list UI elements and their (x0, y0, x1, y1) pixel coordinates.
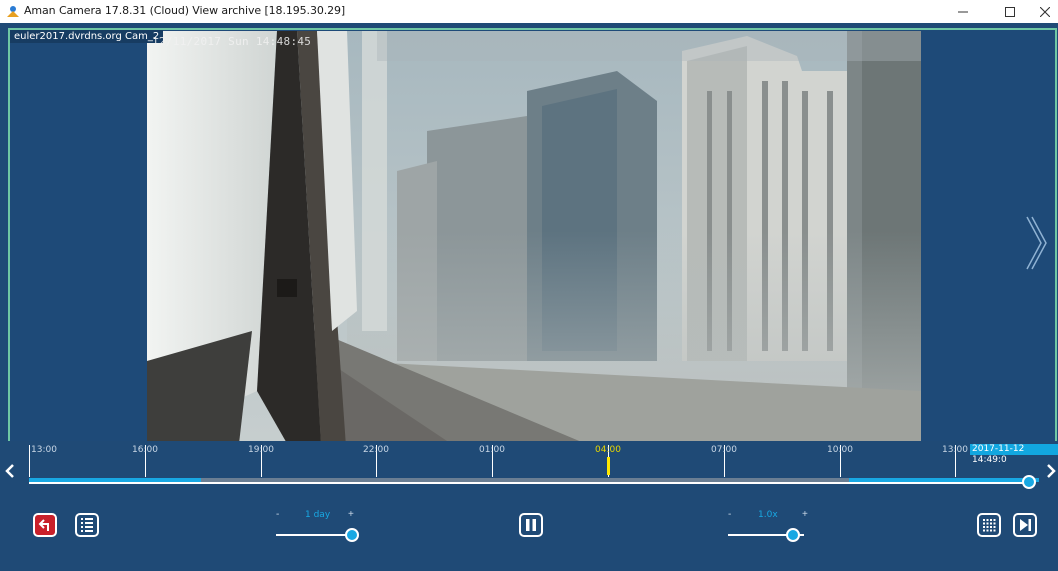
timeline-next-chevron-icon[interactable] (1044, 461, 1058, 481)
maximize-button[interactable] (993, 0, 1027, 23)
list-icon (81, 518, 93, 532)
playback-position-line (29, 482, 1034, 484)
speed-value: 1.0x (758, 510, 778, 520)
zoom-minus-label: - (276, 509, 280, 520)
archive-list-button[interactable] (75, 513, 99, 537)
app-logo-icon (7, 6, 19, 17)
timeline-position-badge: 2017-11-12 14:49:0 (970, 444, 1058, 465)
speed-plus-label: + (802, 509, 808, 520)
maximize-icon (1005, 6, 1015, 17)
camera-frame-image (147, 31, 921, 461)
osd-timestamp: 12/11/2017 Sun 14:48:45 (152, 35, 312, 48)
camera-name-label: euler2017.dvrdns.org Cam_2 (10, 30, 164, 43)
timeline-tick-label: 13:00 (31, 445, 57, 455)
timeline-tick-label: 07:00 (711, 445, 737, 455)
timeline-tick-label: 22:00 (363, 445, 389, 455)
window-title: Aman Camera 17.8.31 (Cloud) View archive… (24, 4, 346, 17)
close-icon (1040, 6, 1050, 17)
pause-icon (526, 519, 536, 531)
timeline-tick (29, 445, 30, 477)
zoom-slider-handle[interactable] (345, 528, 359, 542)
step-forward-button[interactable] (1013, 513, 1037, 537)
title-bar: Aman Camera 17.8.31 (Cloud) View archive… (0, 0, 1058, 23)
back-button[interactable] (33, 513, 57, 537)
timeline-ruler[interactable]: 13:00 16:00 19:00 22:00 01:00 04:00 07:00 10:00… (29, 445, 1043, 477)
playback-controls: - 1 day + - 1.0x + (0, 505, 1058, 548)
pause-button[interactable] (519, 513, 543, 537)
step-forward-icon (1020, 519, 1031, 531)
zoom-plus-label: + (348, 509, 354, 520)
timeline-tick-label: 04:00 (595, 445, 621, 455)
layout-grid-button[interactable] (977, 513, 1001, 537)
speed-slider-handle[interactable] (785, 528, 800, 542)
zoom-value: 1 day (305, 510, 331, 520)
speed-minus-label: - (728, 509, 732, 520)
camera-video-feed[interactable] (147, 31, 921, 461)
timeline-tick-label: 13:00 (942, 445, 968, 455)
minimize-icon (958, 11, 968, 12)
timeline-tick-label: 19:00 (248, 445, 274, 455)
return-arrow-icon (38, 519, 49, 531)
timeline-prev-chevron-icon[interactable] (3, 461, 17, 481)
playhead-handle[interactable] (1021, 475, 1036, 489)
timeline-tick-label: 01:00 (479, 445, 505, 455)
playback-speed-slider[interactable]: - 1.0x + (728, 509, 808, 543)
grid-icon (983, 519, 996, 532)
close-button[interactable] (1028, 0, 1058, 23)
timeline: 13:00 16:00 19:00 22:00 01:00 04:00 07:00 10:00… (0, 441, 1058, 501)
timeline-zoom-slider[interactable]: - 1 day + (276, 509, 366, 543)
next-camera-chevron-icon[interactable] (1023, 213, 1049, 273)
zoom-slider-track (276, 534, 352, 536)
timeline-tick-label: 16:00 (132, 445, 158, 455)
minimize-button[interactable] (946, 0, 980, 23)
timeline-tick-label: 10:00 (827, 445, 853, 455)
current-time-marker (607, 457, 610, 475)
